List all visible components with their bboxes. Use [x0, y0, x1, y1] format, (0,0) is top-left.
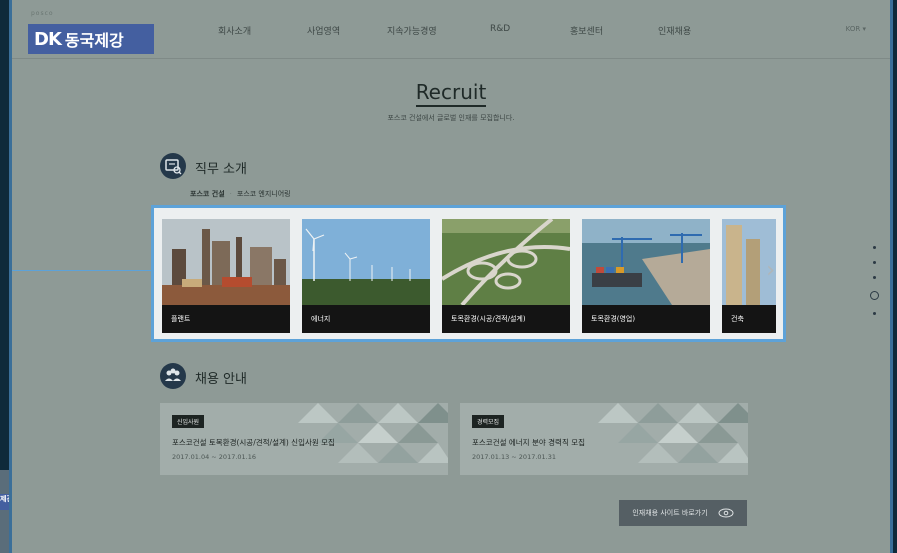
highlight-callout-line — [12, 270, 151, 271]
tab-posco-enc[interactable]: 포스코 건설 — [190, 190, 225, 198]
job-card-label: 토목환경(영업) — [582, 305, 710, 333]
recruit-guide-icon — [160, 363, 186, 389]
careers-site-button[interactable]: 인재채용 사이트 바로가기 — [619, 500, 747, 526]
recruit-card-title: 포스코건설 토목환경(시공/견적/설계) 신입사원 모집 — [172, 438, 335, 447]
port-image — [582, 219, 710, 305]
plant-image — [162, 219, 290, 305]
logo-mark: DK — [34, 28, 62, 50]
wind-turbine-image — [302, 219, 430, 305]
job-intro-title: 직무 소개 — [195, 162, 247, 177]
language-select[interactable]: KOR ▾ — [846, 25, 866, 33]
page-dot[interactable] — [872, 312, 876, 315]
nav-item-company[interactable]: 회사소개 — [218, 24, 251, 37]
job-carousel: 플랜트 에너지 토목환경(시공/견적/설계) 토목환경(영업) 건축 › — [151, 205, 786, 342]
company-tabs: 포스코 건설 · 포스코 엔지니어링 — [190, 189, 291, 199]
recruit-badge: 신입사원 — [172, 415, 205, 428]
nav-item-business[interactable]: 사업영역 — [307, 24, 340, 37]
recruit-card-date: 2017.01.13 ~ 2017.01.31 — [472, 453, 557, 461]
page-dot[interactable] — [872, 246, 876, 249]
top-navigation-bar: posco DK 동국제강 회사소개 사업영역 지속가능경영 R&D 홍보센터 … — [12, 0, 890, 59]
page-dot[interactable] — [872, 276, 876, 279]
browser-frame: posco DK 동국제강 회사소개 사업영역 지속가능경영 R&D 홍보센터 … — [9, 0, 893, 553]
job-card-label: 플랜트 — [162, 305, 290, 333]
eye-icon — [718, 508, 734, 518]
job-card-label: 에너지 — [302, 305, 430, 333]
nav-item-rnd[interactable]: R&D — [490, 24, 510, 34]
page-title: Recruit — [12, 80, 890, 107]
nav-item-pr[interactable]: 홍보센터 — [570, 24, 603, 37]
recruit-card-career[interactable]: 경력모집 포스코건설 에너지 분야 경력직 모집 2017.01.13 ~ 20… — [460, 403, 748, 475]
nav-item-careers[interactable]: 인재채용 — [658, 24, 691, 37]
job-intro-icon — [160, 153, 186, 179]
page-dot[interactable] — [872, 261, 876, 264]
tab-posco-engineering[interactable]: 포스코 엔지니어링 — [237, 190, 291, 198]
carousel-next-icon[interactable]: › — [766, 258, 775, 283]
careers-site-label: 인재채용 사이트 바로가기 — [632, 509, 708, 517]
recruit-card-title: 포스코건설 에너지 분야 경력직 모집 — [472, 438, 586, 447]
recruit-badge: 경력모집 — [472, 415, 505, 428]
page-subtitle: 포스코 건설에서 글로벌 인재를 모집합니다. — [387, 114, 515, 122]
recruit-card-date: 2017.01.04 ~ 2017.01.16 — [172, 453, 257, 461]
job-card-civil-sales[interactable]: 토목환경(영업) — [582, 219, 710, 333]
job-card-energy[interactable]: 에너지 — [302, 219, 430, 333]
logo-text: 동국제강 — [64, 31, 124, 50]
recruit-card-new[interactable]: 신입사원 포스코건설 토목환경(시공/견적/설계) 신입사원 모집 2017.0… — [160, 403, 448, 475]
job-card-civil[interactable]: 토목환경(시공/견적/설계) — [442, 219, 570, 333]
page-indicator — [870, 246, 879, 327]
interchange-image — [442, 219, 570, 307]
page-dot-active[interactable] — [870, 291, 879, 300]
posco-wordmark: posco — [31, 10, 54, 17]
nav-item-sustainability[interactable]: 지속가능경영 — [387, 24, 437, 37]
triangle-pattern — [598, 403, 748, 463]
site-logo[interactable]: DK 동국제강 — [28, 24, 154, 54]
tab-separator: · — [229, 190, 232, 198]
job-card-label: 건축 — [722, 305, 776, 333]
recruit-guide-title: 채용 안내 — [195, 372, 247, 387]
job-card-plant[interactable]: 플랜트 — [162, 219, 290, 333]
job-card-label: 토목환경(시공/견적/설계) — [442, 305, 570, 333]
